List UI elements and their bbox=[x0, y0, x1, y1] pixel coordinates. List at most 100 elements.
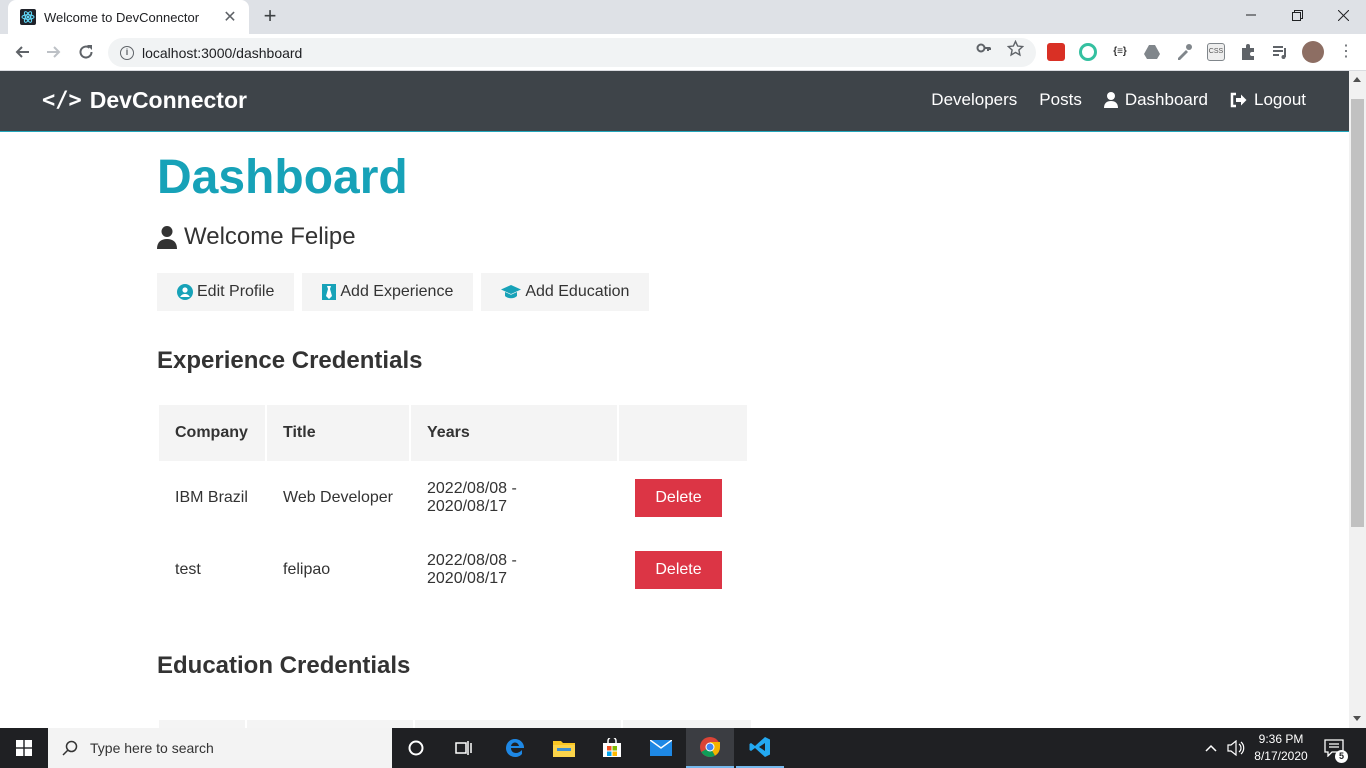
clock-time: 9:36 PM bbox=[1258, 732, 1304, 746]
welcome-message: Welcome Felipe bbox=[157, 223, 1157, 251]
dashboard-container: Dashboard Welcome Felipe Edit Profile Ad… bbox=[157, 132, 1157, 728]
browser-toolbar: i localhost:3000/dashboard {≡} CSS ⋮ bbox=[0, 34, 1366, 71]
start-button[interactable] bbox=[0, 728, 48, 768]
navbar: </> DevConnector Developers Posts Dashbo… bbox=[0, 71, 1349, 132]
graduation-cap-icon bbox=[501, 285, 522, 299]
table-row: IBM Brazil Web Developer 2022/08/08 - 20… bbox=[159, 463, 747, 533]
edit-profile-button[interactable]: Edit Profile bbox=[157, 273, 295, 311]
delete-experience-button[interactable]: Delete bbox=[635, 479, 722, 517]
scroll-down-arrow-icon[interactable] bbox=[1353, 716, 1361, 721]
user-icon bbox=[157, 225, 177, 249]
extension-icon-1[interactable] bbox=[1047, 43, 1065, 61]
table-row: test felipao 2022/08/08 - 2020/08/17 Del… bbox=[159, 535, 747, 605]
page-viewport: </> DevConnector Developers Posts Dashbo… bbox=[0, 71, 1349, 728]
url-text: localhost:3000/dashboard bbox=[142, 44, 303, 61]
delete-experience-button[interactable]: Delete bbox=[635, 551, 722, 589]
media-queue-icon[interactable] bbox=[1271, 43, 1289, 61]
key-icon[interactable] bbox=[976, 40, 992, 60]
extensions-puzzle-icon[interactable] bbox=[1239, 43, 1257, 61]
tab-title: Welcome to DevConnector bbox=[44, 9, 200, 25]
mail-icon bbox=[650, 740, 672, 756]
column-header-title: Title bbox=[267, 405, 409, 461]
close-tab-icon[interactable]: ✕ bbox=[221, 7, 239, 27]
education-table-header bbox=[159, 720, 1157, 728]
windows-icon bbox=[16, 740, 32, 756]
chrome-icon bbox=[700, 737, 720, 757]
page-title: Dashboard bbox=[157, 151, 408, 204]
bookmark-star-icon[interactable] bbox=[1006, 39, 1025, 61]
nav-developers[interactable]: Developers bbox=[931, 90, 1017, 110]
browser-tab[interactable]: Welcome to DevConnector ✕ bbox=[8, 0, 249, 34]
minimize-button[interactable] bbox=[1228, 0, 1274, 30]
clock-date: 8/17/2020 bbox=[1254, 749, 1308, 763]
brand-text: DevConnector bbox=[89, 87, 247, 113]
nav-posts[interactable]: Posts bbox=[1039, 90, 1082, 110]
json-extension-icon[interactable]: {≡} bbox=[1111, 43, 1129, 61]
store-button[interactable] bbox=[588, 728, 636, 768]
close-window-button[interactable] bbox=[1320, 0, 1366, 30]
nav-posts-label: Posts bbox=[1039, 90, 1082, 109]
cell-years: 2022/08/08 - 2020/08/17 bbox=[427, 552, 517, 587]
mail-button[interactable] bbox=[637, 728, 685, 768]
nav-logout-label: Logout bbox=[1254, 90, 1306, 109]
forward-button[interactable] bbox=[42, 40, 66, 64]
vscode-button[interactable] bbox=[736, 728, 784, 768]
cell-company: test bbox=[175, 561, 201, 578]
extension-icon-2[interactable] bbox=[1079, 43, 1097, 61]
task-view-button[interactable] bbox=[440, 728, 488, 768]
education-header-cell bbox=[159, 720, 245, 728]
back-button[interactable] bbox=[10, 40, 34, 64]
search-icon bbox=[62, 740, 78, 756]
action-center-button[interactable]: 5 bbox=[1324, 728, 1348, 768]
user-circle-icon bbox=[177, 284, 193, 300]
new-tab-button[interactable]: + bbox=[258, 5, 282, 29]
scrollbar-thumb[interactable] bbox=[1351, 99, 1364, 527]
scroll-up-arrow-icon[interactable] bbox=[1353, 77, 1361, 82]
education-header-cell bbox=[623, 720, 751, 728]
eyedropper-icon[interactable] bbox=[1175, 43, 1193, 61]
volume-button[interactable] bbox=[1227, 728, 1245, 768]
nav-dashboard-label: Dashboard bbox=[1124, 90, 1208, 109]
reload-button[interactable] bbox=[74, 40, 98, 64]
edge-button[interactable] bbox=[491, 728, 539, 768]
experience-table: Company Title Years IBM Brazil Web Devel… bbox=[157, 403, 749, 607]
add-education-button[interactable]: Add Education bbox=[481, 273, 650, 311]
dashboard-actions: Edit Profile Add Experience Add Educatio… bbox=[157, 273, 1157, 311]
nav-links: Developers Posts Dashboard Logout bbox=[909, 90, 1306, 110]
cell-actions: Delete bbox=[619, 535, 747, 605]
nav-developers-label: Developers bbox=[931, 90, 1018, 109]
profile-avatar[interactable] bbox=[1302, 41, 1324, 63]
cell-title: felipao bbox=[283, 561, 331, 578]
cell-company: IBM Brazil bbox=[175, 489, 248, 506]
show-hidden-icons-button[interactable] bbox=[1205, 728, 1217, 768]
edit-profile-label: Edit Profile bbox=[197, 283, 275, 300]
css-extension-icon[interactable]: CSS bbox=[1207, 43, 1225, 61]
add-experience-button[interactable]: Add Experience bbox=[302, 273, 474, 311]
chrome-button[interactable] bbox=[686, 728, 734, 768]
file-explorer-button[interactable] bbox=[540, 728, 588, 768]
column-header-actions bbox=[619, 405, 747, 461]
code-icon: </> bbox=[42, 88, 82, 113]
system-clock[interactable]: 9:36 PM 8/17/2020 bbox=[1244, 731, 1318, 765]
brand-link[interactable]: </> DevConnector bbox=[42, 87, 247, 114]
restore-button[interactable] bbox=[1274, 0, 1320, 30]
user-icon bbox=[1103, 92, 1118, 108]
address-bar[interactable]: i localhost:3000/dashboard bbox=[108, 38, 1036, 67]
table-header-row: Company Title Years bbox=[159, 405, 747, 461]
column-header-company: Company bbox=[159, 405, 265, 461]
nav-logout[interactable]: Logout bbox=[1230, 90, 1306, 110]
add-education-label: Add Education bbox=[525, 283, 630, 300]
experience-title: Experience Credentials bbox=[157, 347, 423, 374]
cortana-button[interactable] bbox=[392, 728, 440, 768]
store-icon bbox=[603, 738, 621, 757]
sign-out-icon bbox=[1230, 92, 1247, 108]
browser-menu-icon[interactable]: ⋮ bbox=[1337, 43, 1355, 61]
nav-dashboard[interactable]: Dashboard bbox=[1103, 90, 1208, 110]
taskbar-search[interactable]: Type here to search bbox=[48, 728, 392, 768]
site-info-icon[interactable]: i bbox=[120, 45, 134, 60]
page-scrollbar[interactable] bbox=[1349, 71, 1366, 728]
search-placeholder: Type here to search bbox=[90, 740, 214, 756]
welcome-text: Welcome Felipe bbox=[184, 223, 356, 250]
drive-icon[interactable] bbox=[1143, 43, 1161, 61]
chevron-up-icon bbox=[1205, 744, 1217, 752]
